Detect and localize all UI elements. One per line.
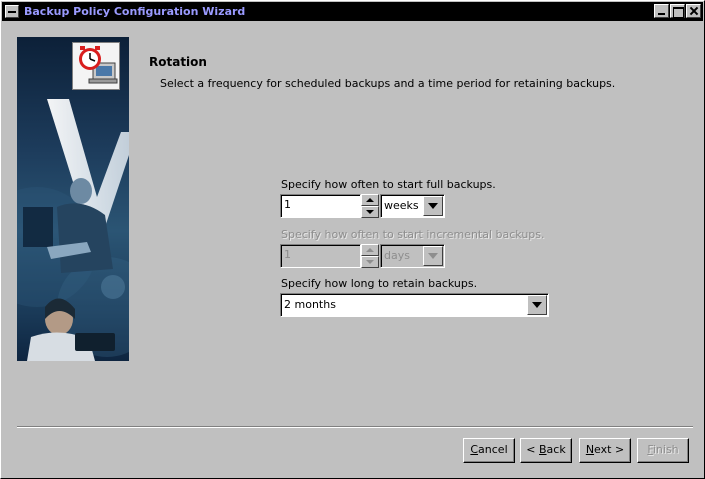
finish-button[interactable]: Finish	[637, 438, 689, 463]
chevron-down-icon[interactable]	[527, 295, 547, 315]
full-backup-unit-value: weeks	[384, 199, 419, 212]
incremental-backup-frequency-input[interactable]: 1	[280, 244, 361, 268]
full-backup-frequency-spinner[interactable]	[361, 194, 379, 218]
window-title: Backup Policy Configuration Wizard	[24, 5, 246, 18]
spin-up-icon[interactable]	[361, 244, 379, 256]
retention-period-select[interactable]: 2 months	[280, 293, 549, 317]
page-description: Select a frequency for scheduled backups…	[160, 77, 616, 90]
chevron-down-icon[interactable]	[423, 246, 443, 266]
system-menu-icon[interactable]	[5, 5, 19, 18]
full-backup-frequency-input[interactable]: 1	[280, 194, 361, 218]
incremental-backup-unit-value: days	[384, 249, 410, 262]
incremental-backup-frequency-spinner[interactable]	[361, 244, 379, 268]
spin-down-icon[interactable]	[361, 206, 379, 218]
next-button[interactable]: Next >	[579, 438, 631, 463]
window-controls	[654, 4, 701, 18]
full-backup-unit-select[interactable]: weeks	[380, 194, 445, 218]
spin-up-icon[interactable]	[361, 194, 379, 206]
close-icon[interactable]	[686, 4, 701, 18]
button-separator	[17, 426, 693, 428]
chevron-down-icon[interactable]	[423, 196, 443, 216]
minimize-icon[interactable]	[654, 4, 669, 18]
cancel-button[interactable]: Cancel	[463, 438, 515, 463]
full-backup-label: Specify how often to start full backups.	[281, 178, 496, 191]
back-button[interactable]: < Back	[520, 438, 572, 463]
maximize-icon[interactable]	[670, 4, 685, 18]
retention-period-value: 2 months	[284, 298, 336, 311]
retention-label: Specify how long to retain backups.	[281, 277, 478, 290]
incremental-backup-unit-select[interactable]: days	[380, 244, 445, 268]
clock-monitor-icon	[72, 42, 120, 90]
page-title: Rotation	[149, 55, 207, 69]
title-bar[interactable]: Backup Policy Configuration Wizard	[2, 2, 703, 21]
wizard-window: Backup Policy Configuration Wizard Rotat…	[0, 0, 705, 479]
incremental-backup-label: Specify how often to start incremental b…	[281, 228, 545, 241]
spin-down-icon[interactable]	[361, 256, 379, 268]
